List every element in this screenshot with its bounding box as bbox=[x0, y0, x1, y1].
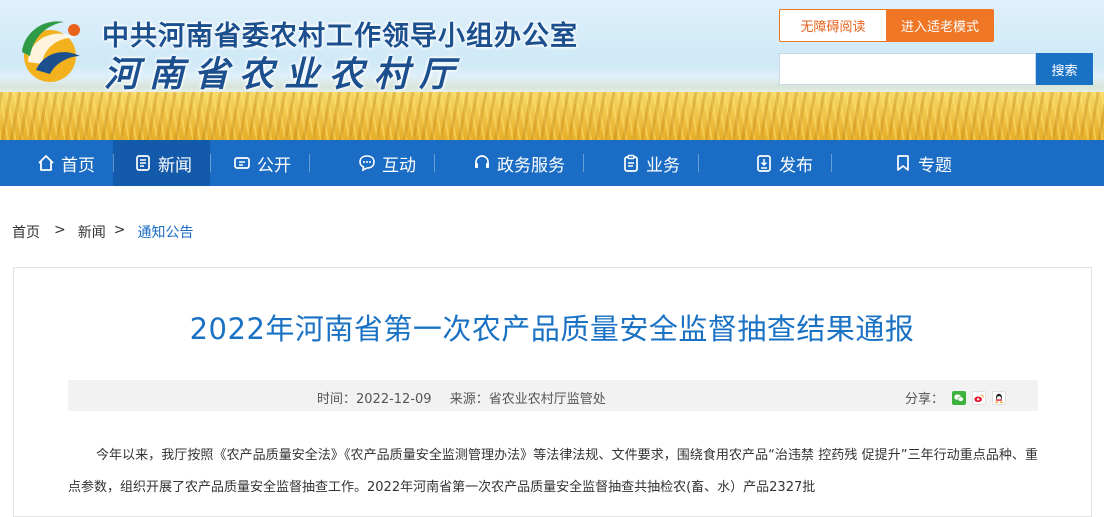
article-source: 来源：省农业农村厅监管处 bbox=[449, 392, 606, 407]
publish-icon bbox=[754, 153, 774, 173]
share-label: 分享： bbox=[905, 392, 945, 407]
breadcrumb-home-link[interactable]: 首页 bbox=[12, 222, 40, 242]
breadcrumb-current-link[interactable]: 通知公告 bbox=[137, 222, 193, 242]
breadcrumb-separator: > bbox=[113, 222, 126, 238]
nav-label: 政务服务 bbox=[497, 155, 565, 176]
nav-item-interact[interactable]: 互动 bbox=[309, 140, 434, 186]
share-bar: 分享： bbox=[905, 388, 1007, 407]
nav-item-topics[interactable]: 专题 bbox=[831, 140, 970, 186]
breadcrumb-news-link[interactable]: 新闻 bbox=[78, 222, 106, 242]
article-title: 2022年河南省第一次农产品质量安全监督抽查结果通报 bbox=[189, 312, 915, 346]
nav-label: 新闻 bbox=[158, 155, 192, 176]
breadcrumb-separator: > bbox=[54, 222, 66, 238]
nav-label: 互动 bbox=[382, 155, 416, 176]
home-icon bbox=[36, 153, 56, 173]
article-info: 时间：2022-12-09 来源：省农业农村厅监管处 bbox=[317, 388, 606, 407]
elder-mode-button[interactable]: 进入适老模式 bbox=[886, 9, 994, 42]
nav-item-home[interactable]: 首页 bbox=[24, 140, 113, 186]
open-icon bbox=[232, 153, 252, 173]
nav-label: 首页 bbox=[61, 155, 95, 176]
wheat-field-image bbox=[0, 92, 1104, 140]
service-icon bbox=[472, 153, 492, 173]
site-logo-icon[interactable] bbox=[14, 12, 96, 88]
chat-icon bbox=[357, 153, 377, 173]
nav-item-publish[interactable]: 发布 bbox=[698, 140, 831, 186]
accessibility-reading-button[interactable]: 无障碍阅读 bbox=[779, 9, 887, 42]
article-meta-bar: 时间：2022-12-09 来源：省农业农村厅监管处 分享： bbox=[68, 380, 1038, 411]
nav-label: 业务 bbox=[646, 155, 680, 176]
main-nav: 首页 新闻 公开 互动 政务服务 业务 发布 专题 bbox=[0, 140, 1104, 186]
article-paragraph: 今年以来，我厅按照《农产品质量安全法》《农产品质量安全监测管理办法》等法律法规、… bbox=[68, 448, 1038, 495]
department-name: 河南省农业农村厅 bbox=[104, 54, 465, 95]
qq-share-icon[interactable] bbox=[992, 390, 1007, 405]
weibo-share-icon[interactable] bbox=[972, 390, 987, 405]
nav-item-news[interactable]: 新闻 bbox=[113, 140, 210, 186]
news-icon bbox=[133, 153, 153, 173]
nav-item-business[interactable]: 业务 bbox=[583, 140, 698, 186]
nav-item-open[interactable]: 公开 bbox=[210, 140, 309, 186]
nav-label: 专题 bbox=[918, 155, 952, 176]
nav-label: 发布 bbox=[779, 155, 813, 176]
nav-item-gov-service[interactable]: 政务服务 bbox=[434, 140, 583, 186]
nav-label: 公开 bbox=[257, 155, 291, 176]
wechat-share-icon[interactable] bbox=[952, 390, 967, 405]
publish-time: 时间：2022-12-09 bbox=[317, 392, 432, 407]
breadcrumb: 首页 > 新闻 > 通知公告 bbox=[12, 222, 193, 242]
search-input[interactable] bbox=[779, 53, 1036, 85]
clipboard-icon bbox=[621, 153, 641, 173]
site-banner: 中共河南省委农村工作领导小组办公室 河南省农业农村厅 无障碍阅读 进入适老模式 … bbox=[0, 0, 1104, 140]
search-button[interactable]: 搜索 bbox=[1036, 53, 1093, 85]
bookmark-icon bbox=[893, 153, 913, 173]
